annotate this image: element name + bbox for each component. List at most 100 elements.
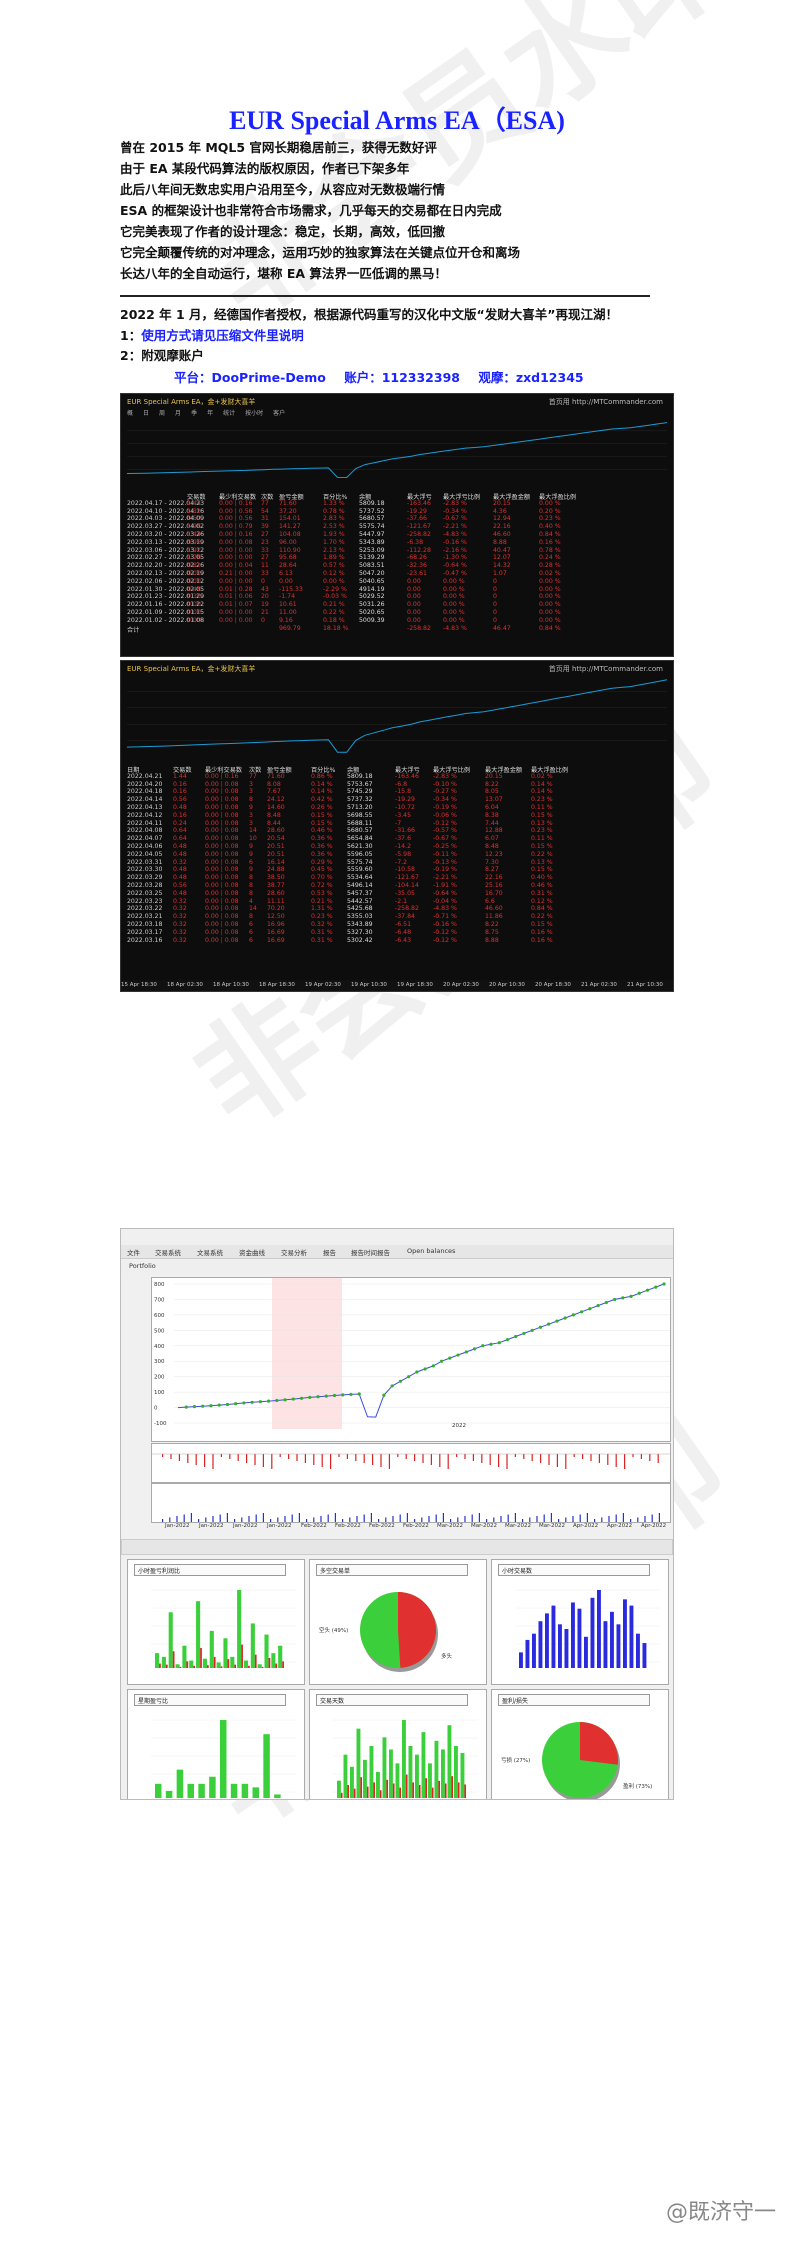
volume-bar: [457, 1517, 459, 1522]
panel-tab[interactable]: 概: [127, 410, 133, 417]
equity-point: [415, 1370, 419, 1374]
menu-item[interactable]: 资金曲线: [239, 1247, 265, 1257]
widget-bar: [282, 1661, 284, 1668]
panel-tab[interactable]: 日: [143, 410, 149, 417]
table-cell: 0: [493, 585, 497, 593]
table-cell: 2022.03.29: [127, 874, 163, 882]
table-cell: 0.00 | 0.04: [219, 562, 253, 570]
intro-line: 曾在 2015 年 MQL5 官网长期稳居前三，获得无数好评: [120, 140, 437, 155]
table-cell: 2.83 %: [323, 515, 345, 523]
widget-select[interactable]: 盈利/损失: [498, 1694, 650, 1706]
widget-bar: [263, 1734, 270, 1798]
portfolio-selector[interactable]: Portfolio: [129, 1262, 156, 1270]
widget-bar: [402, 1720, 406, 1798]
y-tick-label: 500: [154, 1328, 165, 1334]
table-cell: 0.21 | 0.00: [219, 569, 253, 577]
table-cell: 71.60: [279, 499, 297, 507]
widget-bar: [379, 1790, 382, 1798]
widget-bar: [519, 1652, 523, 1668]
equity-point: [654, 1285, 658, 1289]
table-cell: 14: [249, 827, 257, 835]
panel-tab[interactable]: 统计: [223, 410, 235, 417]
table-cell: 20.15: [485, 772, 503, 780]
table-cell: 0.14 %: [531, 780, 553, 788]
panel-tab[interactable]: 月: [175, 410, 181, 417]
widget-bar: [343, 1754, 348, 1798]
widget-bar: [182, 1645, 187, 1668]
usage-link[interactable]: 使用方式请见压缩文件里说明: [141, 328, 304, 343]
widget-select[interactable]: 星期盈亏比: [134, 1694, 286, 1706]
panel-tab[interactable]: 季: [191, 410, 197, 417]
panel-tab[interactable]: 按小时: [245, 410, 263, 417]
menu-item[interactable]: 报告: [323, 1247, 336, 1257]
table-cell: -10.58: [395, 866, 415, 874]
volume-bar: [658, 1513, 660, 1522]
table-cell: 6.04: [485, 803, 499, 811]
table-cell: 2022.03.17: [127, 928, 163, 936]
widget-bar: [431, 1787, 434, 1798]
menu-item[interactable]: 报告时间报告: [351, 1247, 390, 1257]
panel-tab[interactable]: 年: [207, 410, 213, 417]
volume-bar: [637, 1517, 639, 1522]
table-cell: 9: [249, 803, 253, 811]
table-cell: 1.32: [187, 507, 201, 515]
table-cell: 20.15: [493, 499, 511, 507]
x-tick-label: Mar-2022: [539, 1523, 566, 1529]
menu-item[interactable]: Open balances: [407, 1247, 455, 1255]
axis-tick-label: 18 Apr 02:30: [167, 982, 203, 988]
table-cell: 0.14 %: [531, 788, 553, 796]
loss-bar: [430, 1454, 432, 1465]
table-cell: 0.00 | 0.08: [205, 897, 239, 905]
equity-point: [382, 1393, 386, 1397]
loss-bar: [363, 1454, 365, 1463]
chart-mid-label: 2022: [452, 1423, 466, 1429]
table-cell: 0.84 %: [531, 905, 553, 913]
table-cell: 1.33 %: [323, 499, 345, 507]
volume-bar: [385, 1517, 387, 1522]
table-cell: 0.00 | 0.08: [205, 874, 239, 882]
table-cell: 8: [249, 796, 253, 804]
equity-point: [184, 1405, 188, 1409]
table-cell: 28.60: [267, 889, 285, 897]
table-cell: 0.84 %: [539, 624, 561, 632]
panel-tab[interactable]: 客户: [273, 410, 285, 417]
menu-item[interactable]: 文件: [127, 1247, 140, 1257]
widget-select[interactable]: 小时交易数: [498, 1564, 650, 1576]
equity-point: [538, 1325, 543, 1329]
table-cell: 2022.03.28: [127, 881, 163, 889]
table-cell: 0.48: [173, 803, 187, 811]
table-cell: 2022.04.20: [127, 780, 163, 788]
table-cell: 5442.57: [347, 897, 373, 905]
loss-bar: [632, 1454, 634, 1457]
table-cell: 0.00 | 0.08: [205, 780, 239, 788]
menu-item[interactable]: 交易分析: [281, 1247, 307, 1257]
table-row: 2022.04.11 0.24 0.00 | 0.08 3 8.44 0.15 % 5688…: [127, 819, 673, 828]
loss-bar: [195, 1454, 197, 1465]
table-cell: 0.00 %: [443, 585, 465, 593]
menu-item[interactable]: 文易系统: [197, 1247, 223, 1257]
widget-select[interactable]: 小时盈亏利润比: [134, 1564, 286, 1576]
table-row: 2022.03.30 0.48 0.00 | 0.08 9 24.88 0.45 % 555…: [127, 866, 673, 874]
table-cell: 0.28 %: [539, 562, 561, 570]
panel-tab[interactable]: 周: [159, 410, 165, 417]
table-cell: 16.70: [485, 889, 503, 897]
pie-label: 盈利 (73%): [623, 1782, 652, 1790]
table-cell: -5.98: [395, 850, 412, 858]
table-row: 2022.04.14 0.56 0.00 | 0.08 8 24.12 0.42 % 573…: [127, 796, 673, 804]
menu-item[interactable]: 交易系统: [155, 1247, 181, 1257]
table-cell: 0.96: [187, 538, 201, 546]
widget-select[interactable]: 交易天数: [316, 1694, 468, 1706]
table-row: 2022.04.20 0.16 0.00 | 0.08 3 8.08 0.14 % 5753…: [127, 780, 673, 789]
table-cell: -2.21 %: [433, 874, 457, 882]
divider: [120, 295, 650, 297]
table-cell: 0.48: [173, 874, 187, 882]
table-cell: 8.38: [485, 811, 499, 819]
table-cell: 8: [249, 913, 253, 921]
widget-select[interactable]: 多空交易单: [316, 1564, 468, 1576]
table-cell: 0.70 %: [311, 874, 333, 882]
table-cell: 0.00 | 0.08: [205, 819, 239, 827]
table-cell: 0.00: [187, 608, 201, 616]
table-row: 2022.03.06 - 2022.03.12 1.92 0.00 | 0.00 33…: [127, 547, 673, 555]
equity-point: [580, 1310, 584, 1314]
volume-bar: [608, 1516, 610, 1522]
